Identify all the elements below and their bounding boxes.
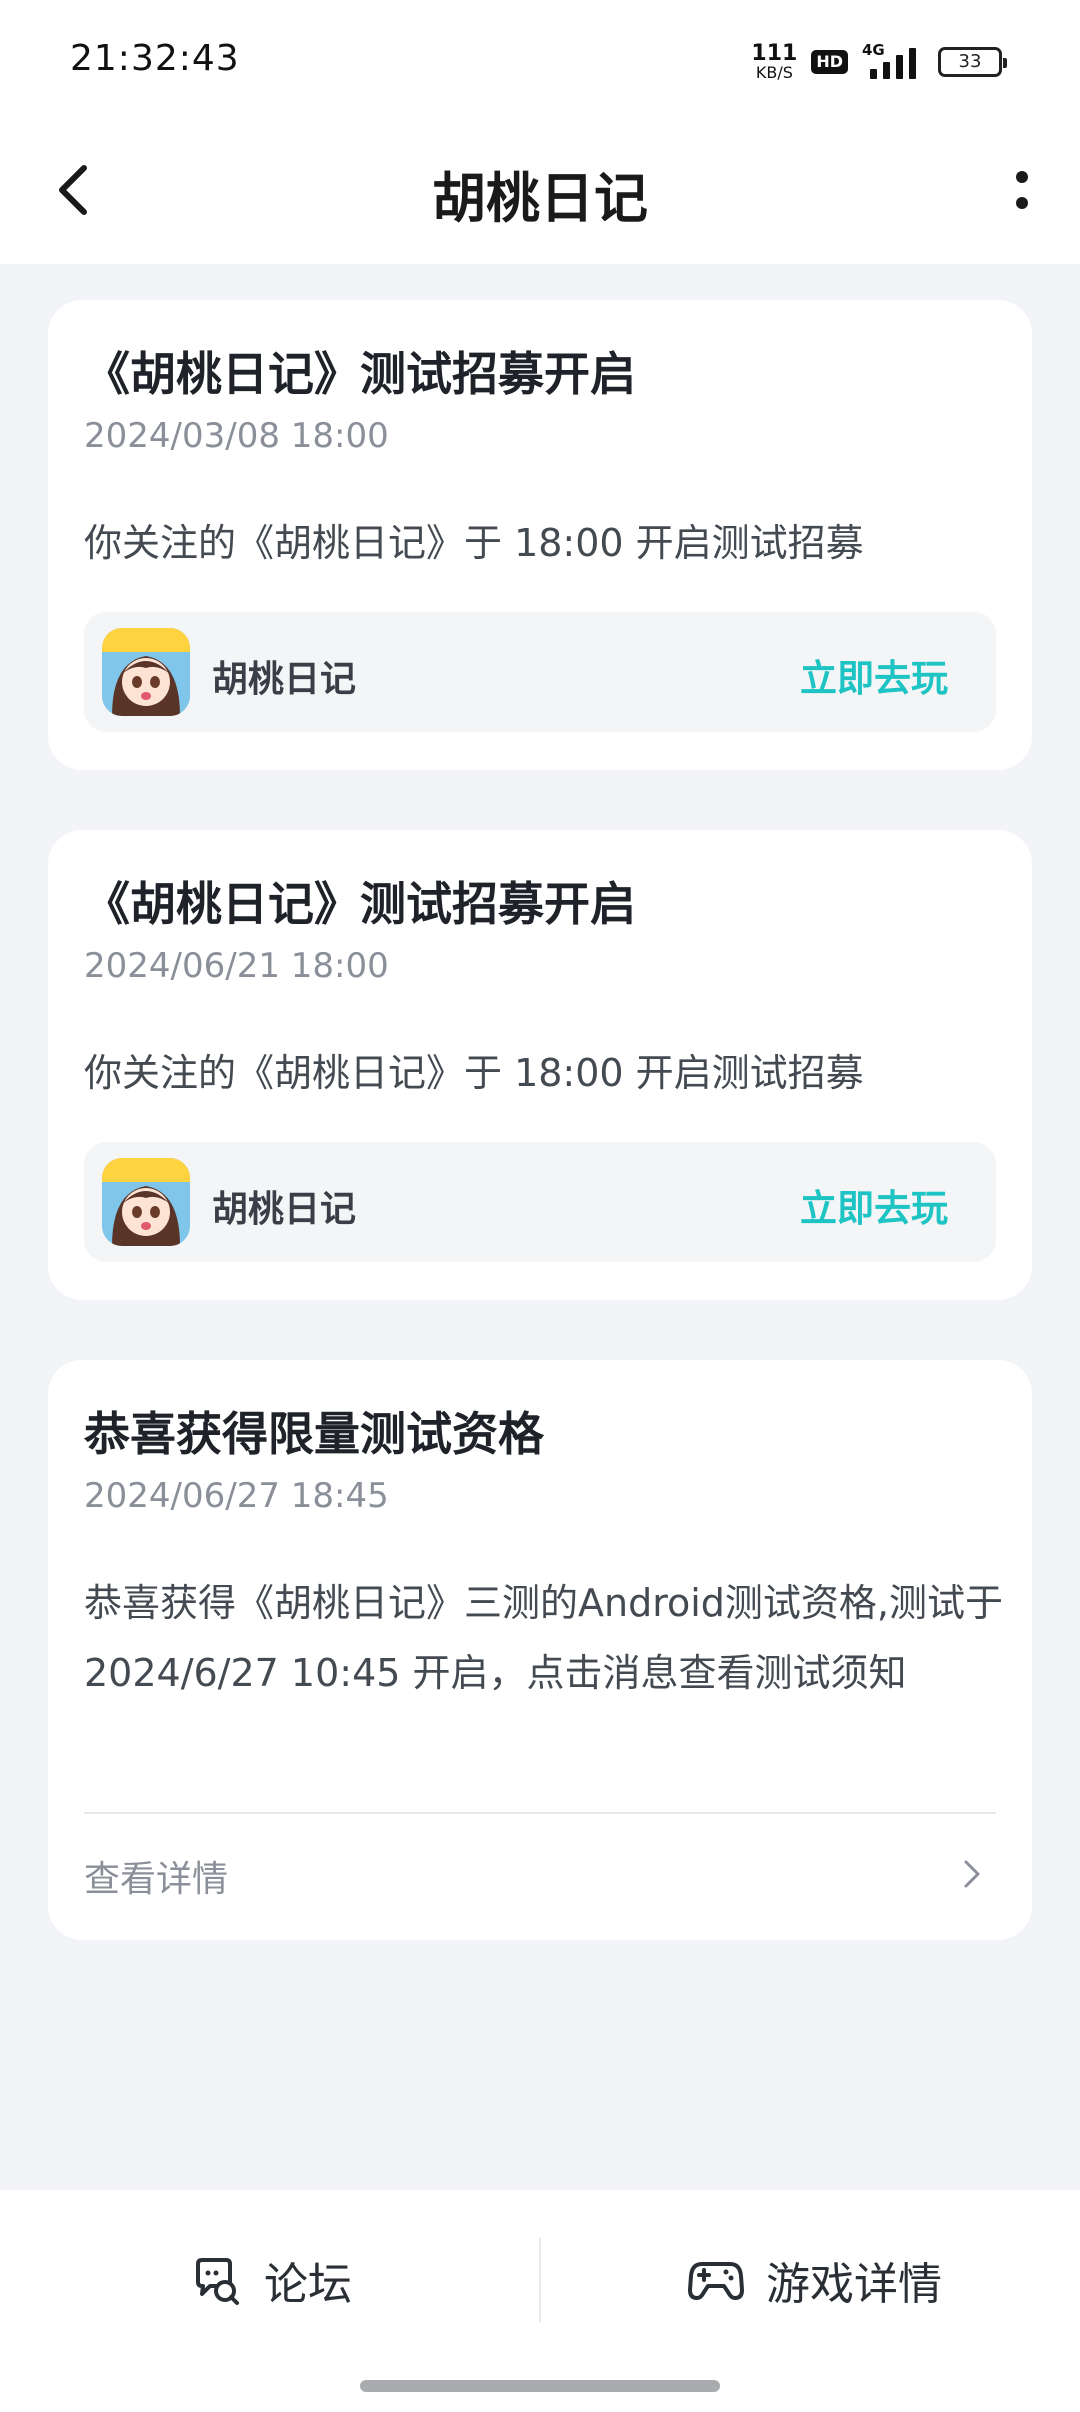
bottom-divider — [539, 2238, 541, 2322]
battery-level: 33 — [958, 51, 982, 72]
game-row[interactable]: 胡桃日记 立即去玩 — [84, 612, 996, 732]
message-card[interactable]: 《胡桃日记》测试招募开启 2024/06/21 18:00 你关注的《胡桃日记》… — [48, 830, 1032, 1300]
home-indicator[interactable] — [360, 2380, 720, 2392]
app-header: 胡桃日记 — [0, 120, 1080, 264]
game-row[interactable]: 胡桃日记 立即去玩 — [84, 1142, 996, 1262]
game-name: 胡桃日记 — [212, 1189, 357, 1230]
view-details-link[interactable]: 查看详情 — [84, 1836, 996, 1916]
message-card[interactable]: 恭喜获得限量测试资格 2024/06/27 18:45 恭喜获得《胡桃日记》三测… — [48, 1360, 1032, 1940]
forum-button[interactable]: 论坛 — [190, 2220, 352, 2340]
battery-icon: 33 — [938, 47, 1007, 77]
message-date: 2024/06/27 18:45 — [84, 1476, 389, 1516]
play-now-button[interactable]: 立即去玩 — [800, 1178, 948, 1232]
gamepad-icon — [688, 2262, 744, 2300]
status-bar: 21:32:43 111 KB/S HD 4G 33 — [0, 0, 1080, 120]
message-body: 你关注的《胡桃日记》于 18:00 开启测试招募 — [84, 1051, 864, 1095]
game-icon — [102, 1158, 190, 1246]
message-title: 《胡桃日记》测试招募开启 — [84, 347, 636, 401]
bottom-bar: 论坛 游戏详情 — [0, 2190, 1080, 2412]
network-speed-unit: KB/S — [755, 63, 793, 82]
message-body: 恭喜获得《胡桃日记》三测的Android测试资格,测试于 2024/6/27 1… — [84, 1581, 1003, 1695]
network-speed: 111 KB/S — [751, 43, 797, 81]
more-vertical-icon — [1016, 171, 1028, 183]
network-speed-value: 111 — [751, 41, 798, 66]
status-icons: 111 KB/S HD 4G 33 — [751, 40, 1007, 84]
message-body: 你关注的《胡桃日记》于 18:00 开启测试招募 — [84, 521, 864, 565]
network-type-label: 4G — [862, 41, 885, 59]
game-name: 胡桃日记 — [212, 659, 357, 700]
view-details-label: 查看详情 — [84, 1859, 229, 1900]
game-icon — [102, 628, 190, 716]
play-now-button[interactable]: 立即去玩 — [800, 648, 948, 702]
page-title: 胡桃日记 — [432, 167, 648, 230]
message-card[interactable]: 《胡桃日记》测试招募开启 2024/03/08 18:00 你关注的《胡桃日记》… — [48, 300, 1032, 770]
status-time: 21:32:43 — [70, 38, 240, 79]
game-details-button[interactable]: 游戏详情 — [688, 2220, 942, 2340]
game-details-label: 游戏详情 — [766, 2259, 942, 2310]
divider — [84, 1812, 996, 1814]
forum-icon — [196, 2258, 239, 2305]
phone-screen: 21:32:43 111 KB/S HD 4G 33 胡桃日记 《胡桃日记》测试… — [0, 0, 1080, 2412]
message-title: 《胡桃日记》测试招募开启 — [84, 877, 636, 931]
signal-icon: 4G — [862, 41, 924, 79]
message-date: 2024/03/08 18:00 — [84, 416, 389, 456]
message-title: 恭喜获得限量测试资格 — [84, 1407, 544, 1461]
more-options-button[interactable] — [992, 150, 1052, 230]
message-date: 2024/06/21 18:00 — [84, 946, 389, 986]
forum-label: 论坛 — [264, 2259, 352, 2310]
chevron-right-icon — [964, 1860, 980, 1888]
hd-icon: HD — [811, 50, 848, 74]
